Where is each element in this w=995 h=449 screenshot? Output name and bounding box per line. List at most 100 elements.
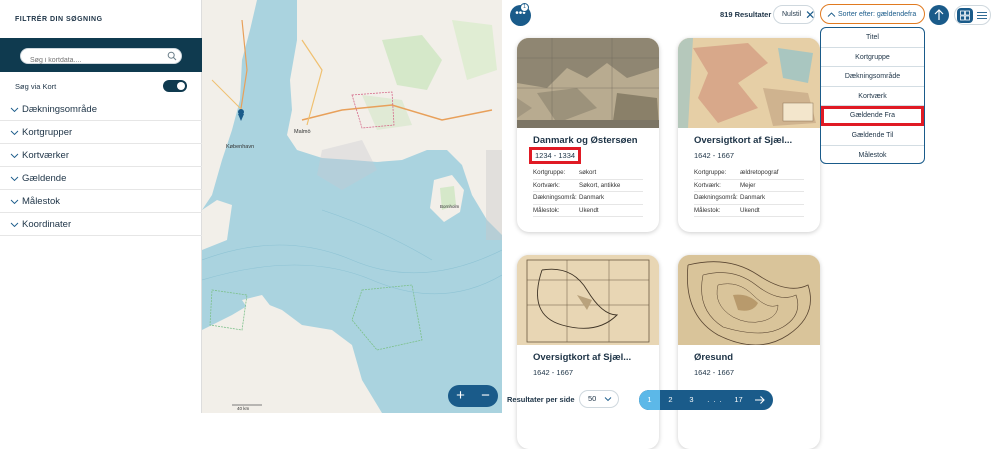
arrow-right-icon: [754, 396, 765, 404]
meta-row: Kortværk: Mejer: [694, 180, 804, 192]
map-thumbnail-image: [517, 38, 659, 128]
result-card[interactable]: Øresund 1642 - 1667: [678, 255, 820, 449]
view-toggle: [954, 5, 991, 25]
chevron-down-icon: [10, 107, 19, 112]
card-years: 1642 - 1667: [694, 151, 735, 160]
result-card[interactable]: Oversigtkort af Sjæl... 1642 - 1667 Kort…: [678, 38, 820, 232]
filter-daekningsomraade[interactable]: Dækningsområde: [0, 98, 202, 121]
filter-gaeldende[interactable]: Gældende: [0, 167, 202, 190]
filter-maalestok[interactable]: Målestok: [0, 190, 202, 213]
filter-list: Dækningsområde Kortgrupper Kortværker Gæ…: [0, 98, 202, 236]
card-meta: Kortgruppe: søkort Kortværk: Søkort, antik…: [533, 167, 643, 217]
zoom-out-button[interactable]: −: [473, 385, 498, 407]
map-label-copenhagen: København: [226, 144, 254, 150]
chevron-down-icon: [10, 130, 19, 135]
sort-option-titel[interactable]: Titel: [821, 28, 924, 48]
reset-label: Nulstil: [782, 11, 802, 18]
meta-value: Danmark: [579, 194, 605, 202]
search-input[interactable]: [21, 53, 161, 68]
sort-option-gaeldende-fra[interactable]: Gældende Fra: [821, 106, 924, 126]
meta-key: Målestok:: [694, 206, 721, 214]
map-toggle-label: Søg via Kort: [15, 82, 57, 91]
toggle-knob: [177, 82, 185, 90]
sidebar-title: FILTRÉR DIN SØGNING: [15, 16, 103, 23]
map-canvas[interactable]: København Malmö Bornholm 40 km: [202, 0, 502, 413]
result-card[interactable]: Oversigtkort af Sjæl... 1642 - 1667: [517, 255, 659, 449]
map-thumbnail-image: [678, 255, 820, 345]
filter-label: Kortværker: [22, 149, 69, 161]
per-page-label: Resultater per side: [507, 395, 575, 404]
page-button-2[interactable]: 2: [660, 390, 681, 410]
arrow-up-icon: [934, 9, 944, 20]
result-card[interactable]: Danmark og Østersøen 1234 - 1334 Kortgru…: [517, 38, 659, 232]
sort-direction-button[interactable]: [929, 5, 949, 25]
meta-value: søkort: [579, 169, 597, 177]
map-thumbnail[interactable]: [678, 38, 820, 128]
meta-key: Dækningsområ:: [694, 194, 738, 202]
zoom-in-button[interactable]: +: [448, 385, 473, 407]
page-button-1[interactable]: 1: [639, 390, 660, 410]
list-view-button[interactable]: [976, 9, 988, 22]
card-meta: Kortgruppe: ældretopograf Kortværk: Mejer …: [694, 167, 804, 217]
filter-kortgrupper[interactable]: Kortgrupper: [0, 121, 202, 144]
map-label-bornholm: Bornholm: [440, 204, 460, 209]
meta-key: Målestok:: [533, 206, 560, 214]
map-thumbnail-image: [517, 255, 659, 345]
map-thumbnail[interactable]: [517, 38, 659, 128]
meta-row: Dækningsområ: Danmark: [533, 192, 643, 205]
meta-value: Søkort, antikke: [579, 181, 621, 189]
sort-label: Sorter efter: gældendefra: [838, 10, 917, 18]
page-ellipsis: . . .: [707, 395, 723, 404]
chevron-down-icon: [10, 176, 19, 181]
map-label-malmo: Malmö: [294, 129, 311, 135]
meta-key: Kortværk:: [533, 181, 560, 189]
meta-row: Målestok: Ukendt: [694, 205, 804, 217]
map-thumbnail-image: [678, 38, 820, 128]
filter-kortvaerker[interactable]: Kortværker: [0, 144, 202, 167]
meta-row: Kortværk: Søkort, antikke: [533, 180, 643, 192]
meta-row: Dækningsområ: Danmark: [694, 192, 804, 205]
map-thumbnail[interactable]: [678, 255, 820, 345]
chevron-up-icon: [827, 11, 836, 17]
meta-row: Kortgruppe: ældretopograf: [694, 167, 804, 180]
sort-option-gaeldende-til[interactable]: Gældende Til: [821, 126, 924, 146]
results-panel: ••• 1 819 Resultater Nulstil ✕ Sorter ef…: [502, 0, 995, 449]
map-marker-icon[interactable]: [238, 109, 244, 121]
next-page-button[interactable]: [749, 390, 770, 410]
chevron-down-icon: [604, 397, 612, 402]
map-search-toggle-row: Søg via Kort: [15, 80, 187, 92]
sort-option-daekningsomraade[interactable]: Dækningsområde: [821, 67, 924, 87]
reset-button[interactable]: Nulstil ✕: [773, 5, 815, 24]
per-page-select[interactable]: 50: [579, 390, 619, 408]
meta-key: Kortværk:: [694, 181, 721, 189]
card-title: Oversigtkort af Sjæl...: [533, 352, 632, 363]
sort-option-maalestok[interactable]: Målestok: [821, 146, 924, 163]
meta-value: Danmark: [740, 194, 766, 202]
grid-view-button[interactable]: [957, 8, 973, 23]
chevron-down-icon: [10, 222, 19, 227]
filter-label: Koordinater: [22, 218, 72, 230]
chevron-down-icon: [10, 199, 19, 204]
card-years: 1642 - 1667: [533, 368, 574, 377]
search-box[interactable]: [20, 48, 182, 68]
filter-label: Kortgrupper: [22, 126, 73, 138]
map-view[interactable]: København Malmö Bornholm 40 km: [202, 0, 502, 413]
map-thumbnail[interactable]: [517, 255, 659, 345]
page-button-17[interactable]: 17: [728, 390, 749, 410]
filter-koordinater[interactable]: Koordinater: [0, 213, 202, 236]
sort-dropdown-button[interactable]: Sorter efter: gældendefra: [820, 4, 925, 24]
filter-label: Dækningsområde: [22, 103, 97, 115]
meta-key: Dækningsområ:: [533, 194, 577, 202]
map-search-toggle[interactable]: [163, 80, 187, 92]
meta-value: Ukendt: [740, 206, 760, 214]
sort-option-kortvaerk[interactable]: Kortværk: [821, 87, 924, 107]
list-icon: [977, 12, 987, 19]
page-button-3[interactable]: 3: [681, 390, 702, 410]
card-title: Danmark og Østersøen: [533, 135, 638, 146]
search-icon[interactable]: [167, 51, 177, 61]
map-scale-label: 40 km: [237, 406, 250, 411]
more-badge: 1: [520, 3, 529, 12]
map-zoom-control: + −: [448, 385, 498, 407]
sort-option-kortgruppe[interactable]: Kortgruppe: [821, 48, 924, 68]
filter-label: Gældende: [22, 172, 67, 184]
